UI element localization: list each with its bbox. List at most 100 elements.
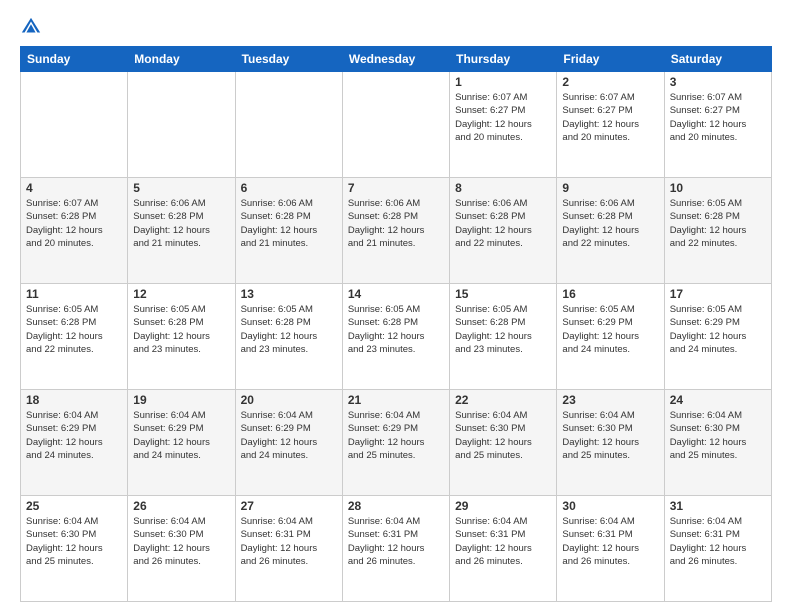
day-info: Sunrise: 6:07 AM Sunset: 6:27 PM Dayligh…	[562, 91, 658, 144]
day-info: Sunrise: 6:06 AM Sunset: 6:28 PM Dayligh…	[241, 197, 337, 250]
calendar-cell: 2 Sunrise: 6:07 AM Sunset: 6:27 PM Daylig…	[557, 72, 664, 178]
day-number: 5	[133, 181, 229, 195]
day-number: 1	[455, 75, 551, 89]
calendar-cell: 31 Sunrise: 6:04 AM Sunset: 6:31 PM Dayli…	[664, 496, 771, 602]
calendar-cell: 4 Sunrise: 6:07 AM Sunset: 6:28 PM Daylig…	[21, 178, 128, 284]
day-number: 16	[562, 287, 658, 301]
day-number: 6	[241, 181, 337, 195]
day-number: 14	[348, 287, 444, 301]
calendar-cell: 9 Sunrise: 6:06 AM Sunset: 6:28 PM Daylig…	[557, 178, 664, 284]
calendar-cell: 23 Sunrise: 6:04 AM Sunset: 6:30 PM Dayli…	[557, 390, 664, 496]
day-info: Sunrise: 6:04 AM Sunset: 6:31 PM Dayligh…	[455, 515, 551, 568]
day-number: 8	[455, 181, 551, 195]
day-info: Sunrise: 6:04 AM Sunset: 6:31 PM Dayligh…	[348, 515, 444, 568]
day-number: 27	[241, 499, 337, 513]
calendar-cell: 28 Sunrise: 6:04 AM Sunset: 6:31 PM Dayli…	[342, 496, 449, 602]
day-info: Sunrise: 6:07 AM Sunset: 6:27 PM Dayligh…	[455, 91, 551, 144]
day-info: Sunrise: 6:04 AM Sunset: 6:30 PM Dayligh…	[670, 409, 766, 462]
calendar-cell: 29 Sunrise: 6:04 AM Sunset: 6:31 PM Dayli…	[450, 496, 557, 602]
calendar-cell	[21, 72, 128, 178]
day-info: Sunrise: 6:06 AM Sunset: 6:28 PM Dayligh…	[562, 197, 658, 250]
day-info: Sunrise: 6:06 AM Sunset: 6:28 PM Dayligh…	[455, 197, 551, 250]
day-info: Sunrise: 6:05 AM Sunset: 6:28 PM Dayligh…	[26, 303, 122, 356]
calendar-cell: 8 Sunrise: 6:06 AM Sunset: 6:28 PM Daylig…	[450, 178, 557, 284]
weekday-header-friday: Friday	[557, 47, 664, 72]
day-info: Sunrise: 6:04 AM Sunset: 6:29 PM Dayligh…	[133, 409, 229, 462]
day-number: 21	[348, 393, 444, 407]
day-info: Sunrise: 6:05 AM Sunset: 6:29 PM Dayligh…	[562, 303, 658, 356]
day-number: 3	[670, 75, 766, 89]
day-number: 12	[133, 287, 229, 301]
weekday-header-thursday: Thursday	[450, 47, 557, 72]
page: SundayMondayTuesdayWednesdayThursdayFrid…	[0, 0, 792, 612]
calendar-week-row: 18 Sunrise: 6:04 AM Sunset: 6:29 PM Dayli…	[21, 390, 772, 496]
calendar-table: SundayMondayTuesdayWednesdayThursdayFrid…	[20, 46, 772, 602]
day-info: Sunrise: 6:04 AM Sunset: 6:31 PM Dayligh…	[562, 515, 658, 568]
day-number: 31	[670, 499, 766, 513]
day-number: 26	[133, 499, 229, 513]
calendar-cell: 12 Sunrise: 6:05 AM Sunset: 6:28 PM Dayli…	[128, 284, 235, 390]
logo-icon	[20, 16, 42, 38]
day-number: 2	[562, 75, 658, 89]
calendar-cell: 25Sunrise: 6:04 AM Sunset: 6:30 PM Dayli…	[21, 496, 128, 602]
day-number: 29	[455, 499, 551, 513]
calendar-cell	[128, 72, 235, 178]
day-info: Sunrise: 6:04 AM Sunset: 6:30 PM Dayligh…	[455, 409, 551, 462]
calendar-week-row: 1 Sunrise: 6:07 AM Sunset: 6:27 PM Daylig…	[21, 72, 772, 178]
day-number: 28	[348, 499, 444, 513]
calendar-cell: 7 Sunrise: 6:06 AM Sunset: 6:28 PM Daylig…	[342, 178, 449, 284]
day-info: Sunrise: 6:04 AM Sunset: 6:30 PM Dayligh…	[133, 515, 229, 568]
day-info: Sunrise: 6:05 AM Sunset: 6:29 PM Dayligh…	[670, 303, 766, 356]
calendar-cell: 5 Sunrise: 6:06 AM Sunset: 6:28 PM Daylig…	[128, 178, 235, 284]
weekday-header-sunday: Sunday	[21, 47, 128, 72]
calendar-week-row: 4 Sunrise: 6:07 AM Sunset: 6:28 PM Daylig…	[21, 178, 772, 284]
day-number: 15	[455, 287, 551, 301]
weekday-header-monday: Monday	[128, 47, 235, 72]
day-number: 4	[26, 181, 122, 195]
day-info: Sunrise: 6:06 AM Sunset: 6:28 PM Dayligh…	[133, 197, 229, 250]
calendar-cell: 1 Sunrise: 6:07 AM Sunset: 6:27 PM Daylig…	[450, 72, 557, 178]
weekday-header-tuesday: Tuesday	[235, 47, 342, 72]
day-info: Sunrise: 6:06 AM Sunset: 6:28 PM Dayligh…	[348, 197, 444, 250]
day-info: Sunrise: 6:05 AM Sunset: 6:28 PM Dayligh…	[348, 303, 444, 356]
day-info: Sunrise: 6:05 AM Sunset: 6:28 PM Dayligh…	[133, 303, 229, 356]
calendar-cell: 21Sunrise: 6:04 AM Sunset: 6:29 PM Dayli…	[342, 390, 449, 496]
logo	[20, 16, 46, 38]
day-number: 17	[670, 287, 766, 301]
day-number: 18	[26, 393, 122, 407]
calendar-cell: 27 Sunrise: 6:04 AM Sunset: 6:31 PM Dayli…	[235, 496, 342, 602]
calendar-cell: 19 Sunrise: 6:04 AM Sunset: 6:29 PM Dayli…	[128, 390, 235, 496]
calendar-cell: 26 Sunrise: 6:04 AM Sunset: 6:30 PM Dayli…	[128, 496, 235, 602]
calendar-week-row: 25 Sunrise: 6:04 AM Sunset: 6:30 PM Dayli…	[21, 496, 772, 602]
day-number: 11	[26, 287, 122, 301]
day-number: 25	[26, 499, 122, 513]
day-number: 30	[562, 499, 658, 513]
calendar-cell: 18 Sunrise: 6:04 AM Sunset: 6:29 PM Dayli…	[21, 390, 128, 496]
calendar-cell: 13Sunrise: 6:05 AM Sunset: 6:28 PM Dayli…	[235, 284, 342, 390]
day-info: Sunrise: 6:04 AM Sunset: 6:31 PM Dayligh…	[241, 515, 337, 568]
day-info: Sunrise: 6:04 AM Sunset: 6:31 PM Dayligh…	[670, 515, 766, 568]
day-info: Sunrise: 6:05 AM Sunset: 6:28 PM Dayligh…	[455, 303, 551, 356]
day-number: 9	[562, 181, 658, 195]
calendar-cell: 20Sunrise: 6:04 AM Sunset: 6:29 PM Dayli…	[235, 390, 342, 496]
calendar-cell: 17 Sunrise: 6:05 AM Sunset: 6:29 PM Dayli…	[664, 284, 771, 390]
day-info: Sunrise: 6:04 AM Sunset: 6:29 PM Dayligh…	[26, 409, 122, 462]
calendar-cell: 16 Sunrise: 6:05 AM Sunset: 6:29 PM Dayli…	[557, 284, 664, 390]
header	[20, 16, 772, 38]
day-info: Sunrise: 6:07 AM Sunset: 6:28 PM Dayligh…	[26, 197, 122, 250]
day-number: 10	[670, 181, 766, 195]
day-info: Sunrise: 6:04 AM Sunset: 6:30 PM Dayligh…	[562, 409, 658, 462]
calendar-cell: 30 Sunrise: 6:04 AM Sunset: 6:31 PM Dayli…	[557, 496, 664, 602]
calendar-cell	[235, 72, 342, 178]
calendar-cell: 11 Sunrise: 6:05 AM Sunset: 6:28 PM Dayli…	[21, 284, 128, 390]
day-info: Sunrise: 6:07 AM Sunset: 6:27 PM Dayligh…	[670, 91, 766, 144]
calendar-cell	[342, 72, 449, 178]
day-info: Sunrise: 6:05 AM Sunset: 6:28 PM Dayligh…	[670, 197, 766, 250]
calendar-cell: 10 Sunrise: 6:05 AM Sunset: 6:28 PM Dayli…	[664, 178, 771, 284]
calendar-cell: 24Sunrise: 6:04 AM Sunset: 6:30 PM Dayli…	[664, 390, 771, 496]
day-info: Sunrise: 6:04 AM Sunset: 6:29 PM Dayligh…	[241, 409, 337, 462]
day-number: 23	[562, 393, 658, 407]
day-number: 19	[133, 393, 229, 407]
day-number: 7	[348, 181, 444, 195]
calendar-cell: 6 Sunrise: 6:06 AM Sunset: 6:28 PM Daylig…	[235, 178, 342, 284]
